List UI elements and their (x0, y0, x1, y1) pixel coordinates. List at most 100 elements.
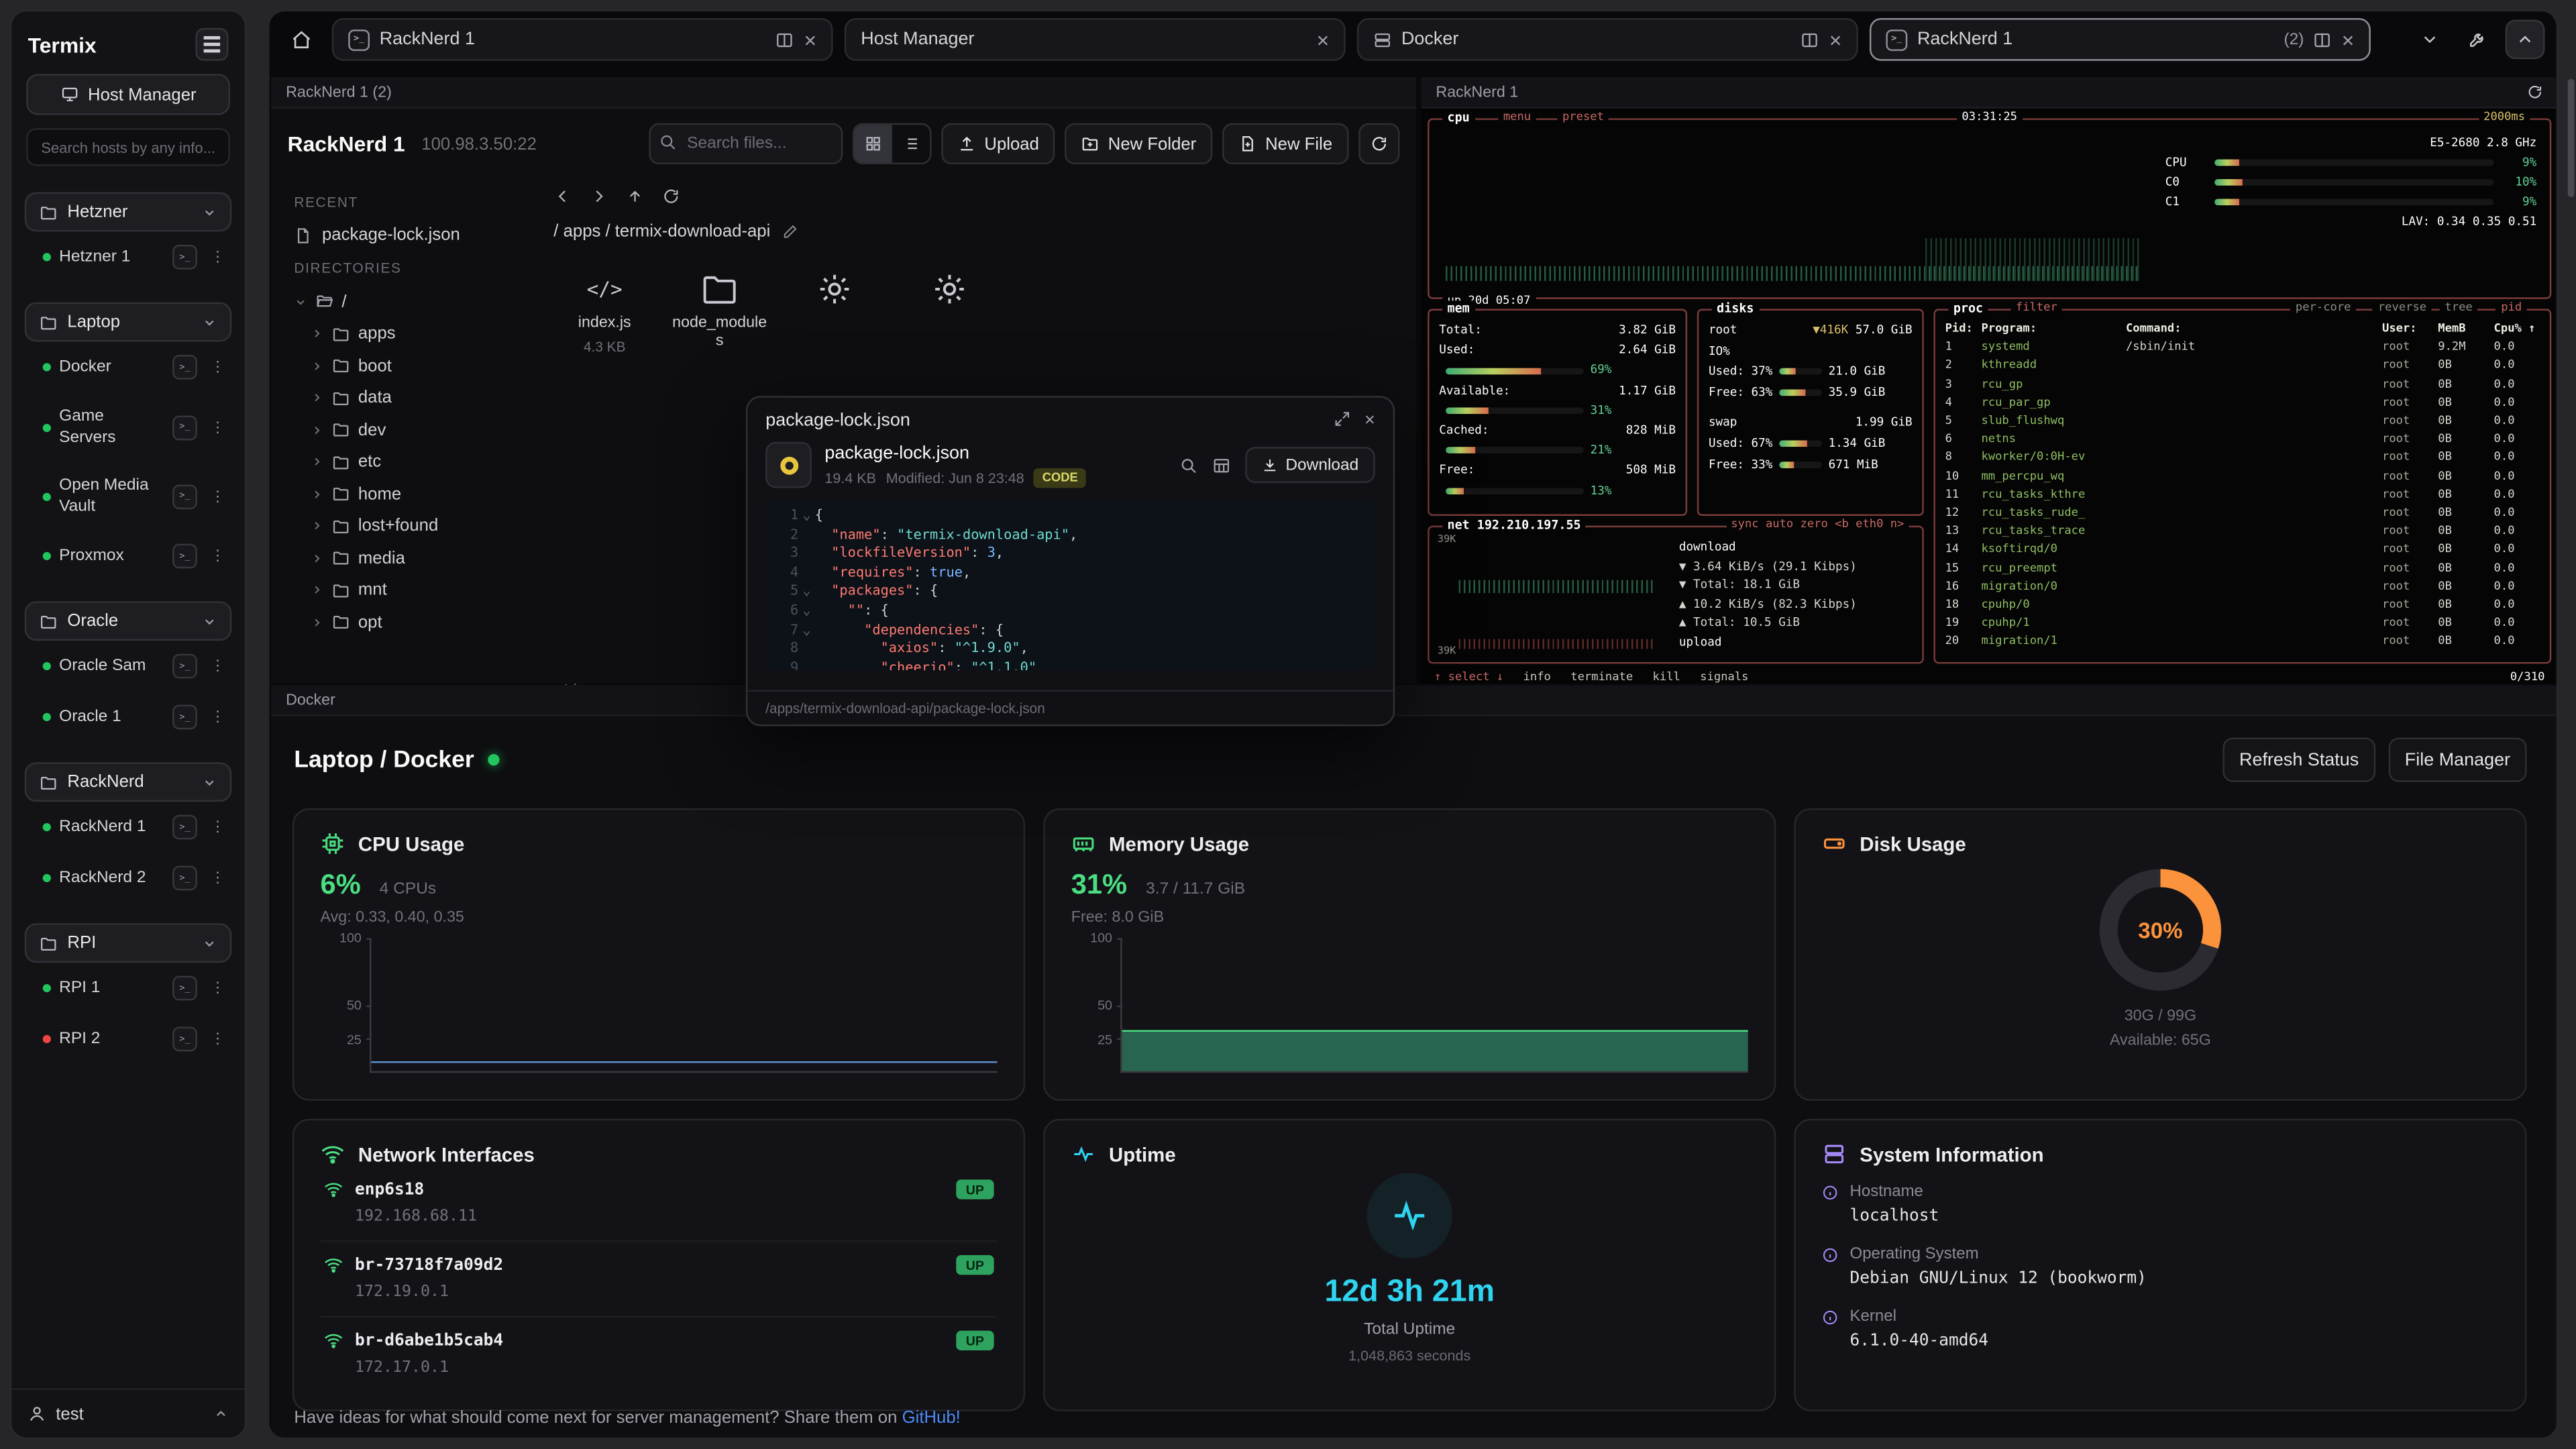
proc-tree[interactable]: tree (2440, 301, 2477, 314)
close-icon[interactable]: × (1364, 411, 1375, 430)
net-controls[interactable]: sync auto zero <b eth0 n> (1726, 517, 1909, 531)
grid-view-button[interactable] (855, 125, 892, 162)
kebab-menu-icon[interactable]: ⋮ (205, 654, 230, 679)
close-tab-icon[interactable]: × (1829, 29, 1842, 50)
tree-directory[interactable]: opt (290, 606, 533, 639)
refresh-status-button[interactable]: Refresh Status (2223, 738, 2375, 782)
footer-signals[interactable]: signals (1700, 670, 1748, 684)
fold-caret-icon[interactable] (798, 658, 814, 670)
host-manager-button[interactable]: Host Manager (26, 74, 230, 115)
process-row[interactable]: 10mm_percpu_wqroot0B0.0 (1935, 468, 2550, 486)
code-preview[interactable]: 1 ⌄ { 2 "name": "termix-download-api", (765, 501, 1375, 670)
edit-path-icon[interactable] (782, 223, 798, 239)
tab-host-manager[interactable]: Host Manager × (845, 18, 1346, 61)
process-row[interactable]: 19cpuhp/1root0B0.0 (1935, 615, 2550, 633)
fold-caret-icon[interactable] (798, 544, 814, 563)
close-tab-icon[interactable]: × (1317, 29, 1330, 50)
tree-directory[interactable]: mnt (290, 574, 533, 606)
process-row[interactable]: 20migration/1root0B0.0 (1935, 633, 2550, 651)
open-terminal-icon[interactable]: >_ (172, 544, 197, 569)
kebab-menu-icon[interactable]: ⋮ (205, 815, 230, 840)
proc-per-core[interactable]: per-core (2291, 301, 2356, 314)
chevron-up-icon[interactable] (213, 1406, 228, 1421)
file-item[interactable]: </> (787, 268, 882, 320)
host-row[interactable]: RPI 1 >_ ⋮ (25, 963, 232, 1014)
process-row[interactable]: 8kworker/0:0H-evroot0B0.0 (1935, 449, 2550, 468)
process-row[interactable]: 3rcu_gproot0B0.0 (1935, 376, 2550, 394)
kebab-menu-icon[interactable]: ⋮ (205, 245, 230, 270)
footer-info[interactable]: info (1523, 670, 1551, 684)
file-item[interactable]: </> node_modules (672, 268, 767, 356)
host-row[interactable]: RackNerd 1 >_ ⋮ (25, 802, 232, 853)
fold-caret-icon[interactable] (798, 639, 814, 658)
proc-filter[interactable]: filter (2011, 301, 2063, 314)
chevron-up-icon[interactable] (2506, 19, 2545, 59)
process-row[interactable]: 16migration/0root0B0.0 (1935, 578, 2550, 596)
host-row[interactable]: Oracle Sam >_ ⋮ (25, 641, 232, 692)
open-terminal-icon[interactable]: >_ (172, 245, 197, 270)
upload-button[interactable]: Upload (942, 123, 1056, 164)
fold-caret-icon[interactable]: ⌄ (798, 601, 814, 620)
new-folder-button[interactable]: New Folder (1065, 123, 1213, 164)
process-row[interactable]: 11rcu_tasks_kthreroot0B0.0 (1935, 486, 2550, 504)
host-row[interactable]: Oracle 1 >_ ⋮ (25, 692, 232, 743)
recent-file[interactable]: package-lock.json (290, 220, 533, 250)
tree-directory[interactable]: home (290, 478, 533, 511)
fold-caret-icon[interactable] (798, 525, 814, 544)
split-view-icon[interactable] (2314, 30, 2332, 48)
tree-directory[interactable]: data (290, 382, 533, 414)
page-scrollbar[interactable] (2568, 79, 2575, 197)
up-directory-icon[interactable] (626, 187, 644, 205)
process-row[interactable]: 1systemd/sbin/initroot9.2M0.0 (1935, 339, 2550, 357)
open-terminal-icon[interactable]: >_ (172, 1027, 197, 1052)
tab-docker[interactable]: Docker × (1357, 18, 1858, 61)
host-row[interactable]: Hetzner 1 >_ ⋮ (25, 231, 232, 282)
tab-racknerd-1-terminal[interactable]: >_ RackNerd 1 × (332, 18, 833, 61)
host-search-input[interactable] (26, 128, 230, 166)
open-terminal-icon[interactable]: >_ (172, 705, 197, 730)
fold-caret-icon[interactable]: ⌄ (798, 621, 814, 639)
tree-directory[interactable]: lost+found (290, 510, 533, 542)
kebab-menu-icon[interactable]: ⋮ (205, 544, 230, 569)
process-row[interactable]: 6netnsroot0B0.0 (1935, 431, 2550, 449)
kebab-menu-icon[interactable]: ⋮ (205, 705, 230, 730)
open-terminal-icon[interactable]: >_ (172, 815, 197, 840)
open-terminal-icon[interactable]: >_ (172, 484, 197, 508)
group-header[interactable]: RackNerd (25, 762, 232, 802)
proc-pid[interactable]: pid (2496, 301, 2527, 314)
file-manager-button[interactable]: File Manager (2388, 738, 2526, 782)
tab-racknerd-1-files[interactable]: >_ RackNerd 1 (2) × (1870, 18, 2371, 61)
kebab-menu-icon[interactable]: ⋮ (205, 355, 230, 380)
process-row[interactable]: 12rcu_tasks_rude_root0B0.0 (1935, 504, 2550, 523)
host-row[interactable]: Open Media Vault >_ ⋮ (25, 462, 232, 531)
footer-kill[interactable]: kill (1653, 670, 1680, 684)
host-row[interactable]: Game Servers >_ ⋮ (25, 392, 232, 462)
footer-select[interactable]: ↑ select ↓ (1434, 670, 1503, 684)
terminal-screen[interactable]: cpu menu preset 03:31:25 2000ms up 20d 0… (1421, 109, 2558, 684)
expand-icon[interactable] (1334, 411, 1350, 430)
sidebar-footer[interactable]: test (11, 1388, 245, 1437)
menu-icon[interactable] (195, 28, 228, 61)
host-row[interactable]: Docker >_ ⋮ (25, 341, 232, 392)
file-search-input[interactable] (649, 123, 843, 164)
file-item[interactable]: </> index.js 4.3 KB (557, 268, 652, 355)
btop-menu[interactable]: menu (1498, 110, 1536, 123)
fold-caret-icon[interactable] (798, 563, 814, 582)
tree-directory[interactable]: media (290, 542, 533, 574)
open-terminal-icon[interactable]: >_ (172, 866, 197, 891)
open-terminal-icon[interactable]: >_ (172, 415, 197, 439)
search-in-file-icon[interactable] (1179, 456, 1197, 474)
open-terminal-icon[interactable]: >_ (172, 654, 197, 679)
split-view-icon[interactable] (1801, 30, 1819, 48)
open-terminal-icon[interactable]: >_ (172, 355, 197, 380)
chevron-down-icon[interactable] (2410, 19, 2450, 59)
close-tab-icon[interactable]: × (804, 29, 817, 50)
home-button[interactable] (281, 19, 321, 59)
split-view-icon[interactable] (776, 30, 794, 48)
host-row[interactable]: Proxmox >_ ⋮ (25, 531, 232, 582)
process-row[interactable]: 13rcu_tasks_traceroot0B0.0 (1935, 523, 2550, 541)
reconnect-icon[interactable] (2527, 84, 2543, 100)
list-view-button[interactable] (892, 125, 930, 162)
refresh-icon[interactable] (662, 187, 680, 205)
tree-root[interactable]: / (290, 286, 533, 318)
